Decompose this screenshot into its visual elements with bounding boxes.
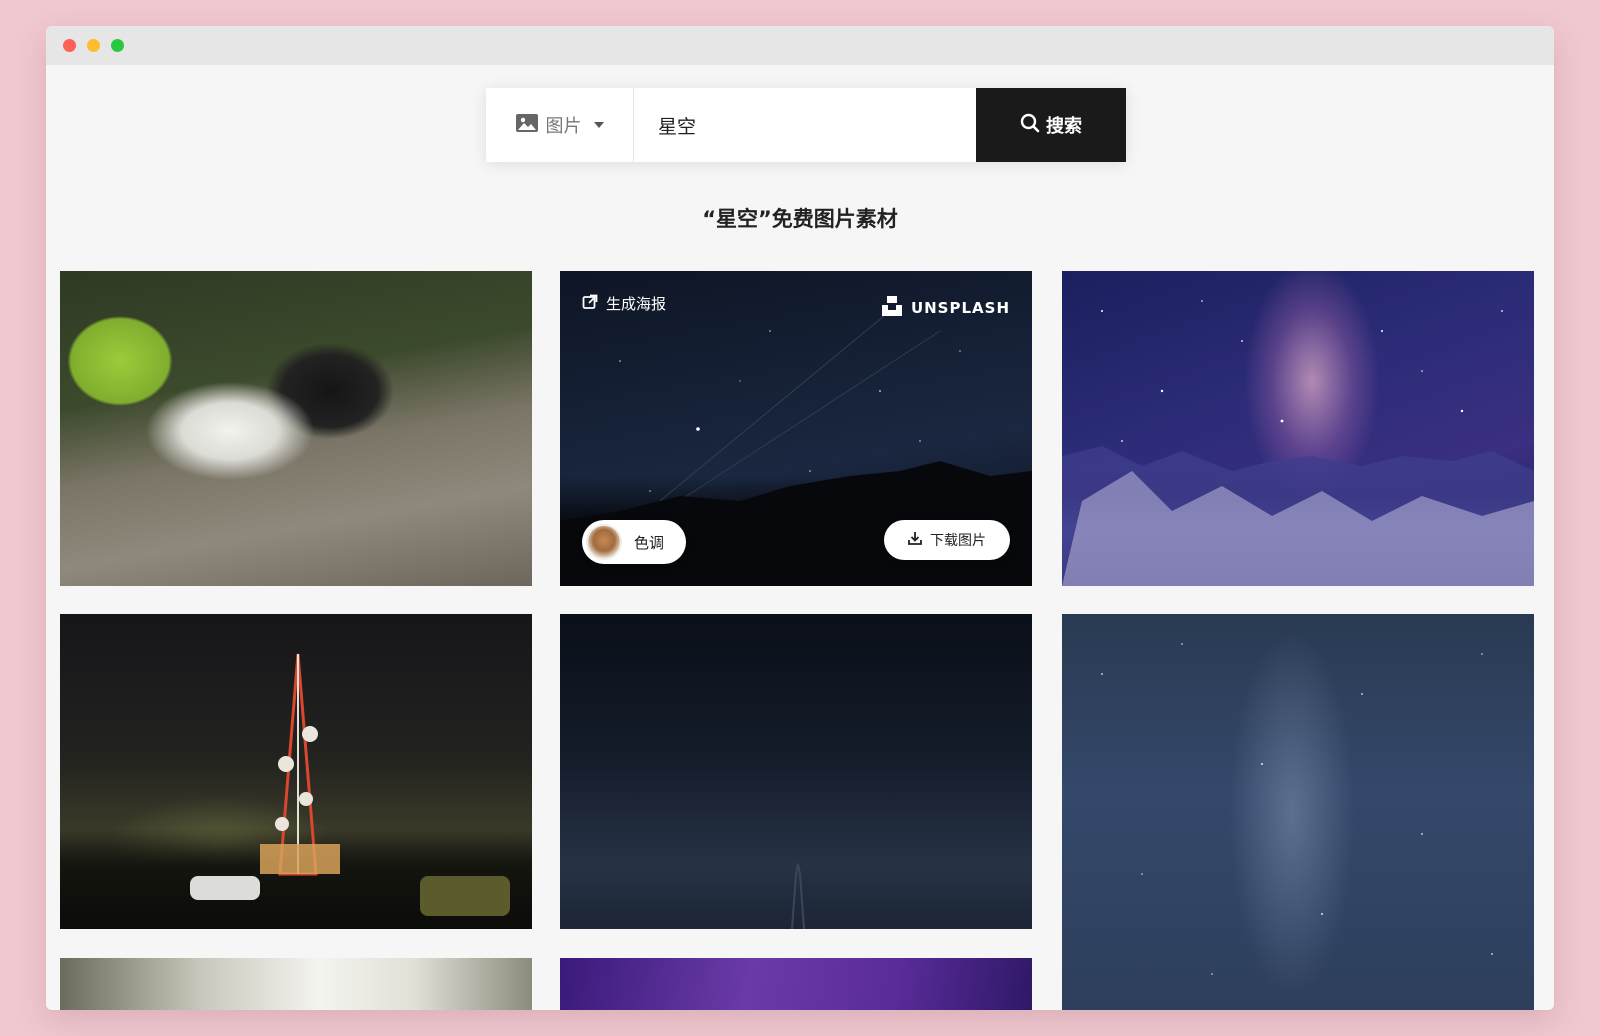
- color-tone-label: 色调: [634, 533, 665, 552]
- image-result-cat[interactable]: [60, 271, 532, 586]
- close-window-button[interactable]: [63, 39, 76, 52]
- search-type-label: 图片: [545, 116, 582, 137]
- search-input[interactable]: [634, 88, 976, 162]
- maximize-window-button[interactable]: [111, 39, 124, 52]
- download-image-label: 下载图片: [930, 533, 986, 549]
- source-badge: UNSPLASH: [881, 295, 1010, 321]
- star-field: [1062, 300, 1534, 586]
- image-result-frosted-plants[interactable]: [60, 958, 532, 1010]
- external-link-icon: [582, 294, 598, 314]
- search-bar: 图片 搜索: [486, 88, 1126, 162]
- image-result-radio-tower[interactable]: [60, 614, 532, 929]
- search-icon: [1020, 113, 1040, 138]
- image-result-starry-hills[interactable]: 生成海报 UNSPLASH 色调 下载图片: [560, 271, 1032, 586]
- results-title: “星空”免费图片素材: [702, 207, 898, 231]
- browser-window: 图片 搜索 “星空”免费图片素材 生成海报: [46, 26, 1554, 1010]
- unsplash-logo-icon: [881, 295, 903, 321]
- download-icon: [908, 531, 922, 549]
- image-result-milky-way-mountains[interactable]: [1062, 271, 1534, 586]
- star-field: [1101, 643, 1493, 975]
- author-avatar: [586, 524, 622, 560]
- title-bar: [46, 26, 1554, 65]
- search-button[interactable]: 搜索: [976, 88, 1126, 162]
- generate-poster-button[interactable]: 生成海报: [582, 293, 666, 314]
- source-label: UNSPLASH: [910, 299, 1010, 317]
- image-result-starfield[interactable]: [1062, 614, 1534, 1010]
- image-result-purple-sky[interactable]: [560, 958, 1032, 1010]
- search-button-label: 搜索: [1046, 116, 1082, 137]
- search-type-dropdown[interactable]: 图片: [486, 88, 634, 162]
- image-icon: [515, 113, 538, 137]
- caret-down-icon: [593, 122, 604, 128]
- download-image-button[interactable]: 下载图片: [884, 520, 1010, 560]
- generate-poster-label: 生成海报: [606, 295, 667, 313]
- tower-scene: [190, 653, 510, 916]
- color-tone-button[interactable]: 色调: [582, 520, 686, 564]
- image-result-night-pylon[interactable]: [560, 614, 1032, 929]
- minimize-window-button[interactable]: [87, 39, 100, 52]
- pylon-scene: [791, 863, 805, 929]
